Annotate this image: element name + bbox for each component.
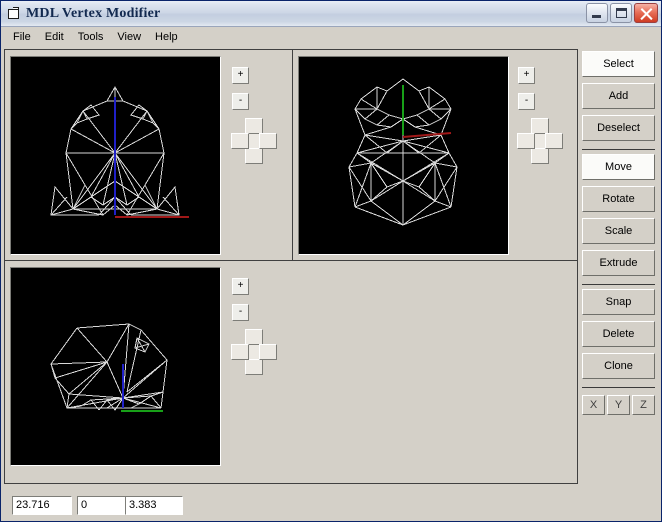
front-view-canvas[interactable] (10, 56, 221, 255)
front-view-controls: + - (229, 56, 285, 216)
front-pan-right-button[interactable] (259, 133, 277, 149)
top-view-canvas[interactable] (298, 56, 509, 255)
side-pan-down-button[interactable] (245, 359, 263, 375)
axis-z-button[interactable]: Z (632, 395, 655, 415)
coordinate-x-field[interactable]: 23.716 (12, 496, 72, 515)
side-pan-left-button[interactable] (231, 344, 249, 360)
front-pan-pad (231, 118, 277, 164)
side-pan-pad (231, 329, 277, 375)
side-pan-up-button[interactable] (245, 329, 263, 345)
top-pan-down-button[interactable] (531, 148, 549, 164)
menu-item-file[interactable]: File (6, 29, 38, 46)
application-window: MDL Vertex Modifier File Edit Tools View… (0, 0, 662, 522)
side-view-wireframe (50, 323, 168, 412)
select-button[interactable]: Select (582, 51, 655, 77)
menu-item-tools[interactable]: Tools (71, 29, 111, 46)
menu-item-edit[interactable]: Edit (38, 29, 71, 46)
clone-button[interactable]: Clone (582, 353, 655, 379)
side-zoom-in-button[interactable]: + (232, 278, 249, 295)
move-button[interactable]: Move (582, 154, 655, 180)
window-document-icon (6, 6, 22, 21)
viewport-workspace: + - + - + - (4, 49, 578, 484)
top-pan-left-button[interactable] (517, 133, 535, 149)
viewport-top: + - (293, 50, 577, 260)
window-title: MDL Vertex Modifier (26, 5, 161, 21)
viewport-empty (293, 261, 577, 484)
delete-button[interactable]: Delete (582, 321, 655, 347)
top-view-wireframe (348, 78, 458, 226)
menu-item-view[interactable]: View (110, 29, 148, 46)
side-view-canvas[interactable] (10, 267, 221, 466)
tool-group-separator-2 (582, 284, 655, 285)
status-bar: 23.716 0 3.383 (1, 488, 661, 521)
top-zoom-out-button[interactable]: - (518, 93, 535, 110)
extrude-button[interactable]: Extrude (582, 250, 655, 276)
minimize-icon[interactable] (586, 3, 608, 23)
coordinate-z-field[interactable]: 3.383 (125, 496, 183, 515)
top-pan-pad (517, 118, 563, 164)
title-bar: MDL Vertex Modifier (1, 1, 661, 27)
tool-panel: Select Add Deselect Move Rotate Scale Ex… (579, 49, 661, 484)
axis-x-button[interactable]: X (582, 395, 605, 415)
front-zoom-out-button[interactable]: - (232, 93, 249, 110)
viewport-side: + - (5, 261, 292, 484)
front-view-wireframe (50, 85, 189, 218)
front-pan-left-button[interactable] (231, 133, 249, 149)
menu-bar: File Edit Tools View Help (1, 27, 661, 48)
tool-group-separator-3 (582, 387, 655, 388)
scale-button[interactable]: Scale (582, 218, 655, 244)
menu-item-help[interactable]: Help (148, 29, 185, 46)
close-icon[interactable] (634, 3, 658, 23)
top-pan-up-button[interactable] (531, 118, 549, 134)
top-horizontal-axis (402, 132, 452, 138)
front-pan-up-button[interactable] (245, 118, 263, 134)
side-pan-right-button[interactable] (259, 344, 277, 360)
window-controls (586, 3, 658, 23)
axis-y-button[interactable]: Y (607, 395, 630, 415)
top-view-controls: + - (515, 56, 571, 216)
front-zoom-in-button[interactable]: + (232, 67, 249, 84)
side-zoom-out-button[interactable]: - (232, 304, 249, 321)
rotate-button[interactable]: Rotate (582, 186, 655, 212)
top-pan-right-button[interactable] (545, 133, 563, 149)
side-view-controls: + - (229, 267, 285, 427)
add-button[interactable]: Add (582, 83, 655, 109)
tool-group-separator-1 (582, 149, 655, 150)
snap-button[interactable]: Snap (582, 289, 655, 315)
deselect-button[interactable]: Deselect (582, 115, 655, 141)
viewport-front: + - (5, 50, 292, 260)
top-zoom-in-button[interactable]: + (518, 67, 535, 84)
front-pan-down-button[interactable] (245, 148, 263, 164)
maximize-icon[interactable] (610, 3, 632, 23)
